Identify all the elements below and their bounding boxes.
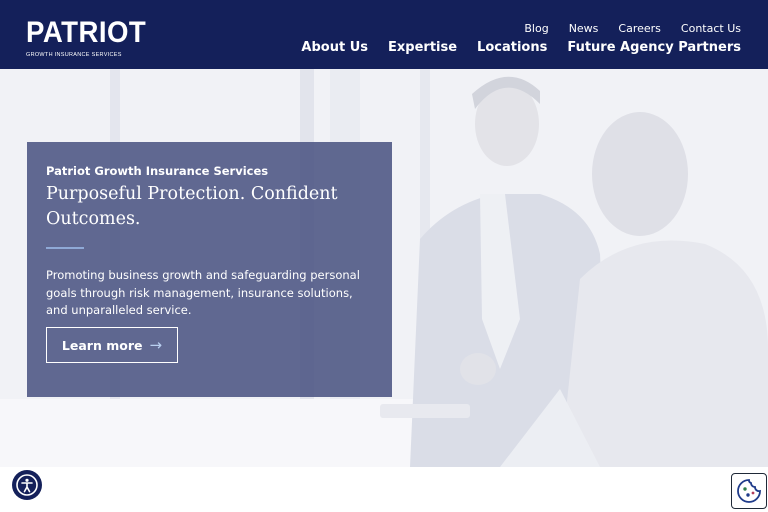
hero-description: Promoting business growth and safeguardi… [46, 268, 360, 317]
hero-eyebrow: Patriot Growth Insurance Services [46, 164, 269, 178]
nav-link-contact-us[interactable]: Contact Us [681, 22, 741, 35]
learn-more-label: Learn more [61, 337, 143, 353]
patriot-logo[interactable]: PATRIOT GROWTH INSURANCE SERVICES [26, 16, 157, 59]
accent-divider [46, 247, 84, 249]
nav-link-locations[interactable]: Locations [477, 40, 547, 55]
logo-wordmark: PATRIOT [26, 16, 147, 49]
nav-link-future-agency-partners[interactable]: Future Agency Partners [567, 40, 741, 55]
hero-card: Patriot Growth Insurance Services Purpos… [27, 142, 392, 397]
accessibility-icon [16, 474, 38, 496]
learn-more-button[interactable]: Learn more → [46, 327, 178, 363]
nav-link-careers[interactable]: Careers [618, 22, 661, 35]
site-header: PATRIOT GROWTH INSURANCE SERVICES Blog N… [0, 0, 768, 69]
utility-nav: Blog News Careers Contact Us [524, 22, 741, 35]
cookie-icon [737, 479, 761, 503]
main-nav: About Us Expertise Locations Future Agen… [301, 40, 741, 55]
nav-link-blog[interactable]: Blog [524, 22, 548, 35]
accessibility-button[interactable] [12, 470, 42, 500]
arrow-right-icon: → [149, 335, 163, 354]
nav-link-news[interactable]: News [569, 22, 599, 35]
hero-headline: Purposeful Protection. Confident Outcome… [46, 184, 338, 229]
hero-section: Patriot Growth Insurance Services Purpos… [0, 69, 768, 467]
nav-link-expertise[interactable]: Expertise [388, 40, 457, 55]
nav-link-about-us[interactable]: About Us [301, 40, 368, 55]
logo-tagline: GROWTH INSURANCE SERVICES [26, 52, 122, 58]
cookie-settings-button[interactable] [731, 473, 767, 509]
